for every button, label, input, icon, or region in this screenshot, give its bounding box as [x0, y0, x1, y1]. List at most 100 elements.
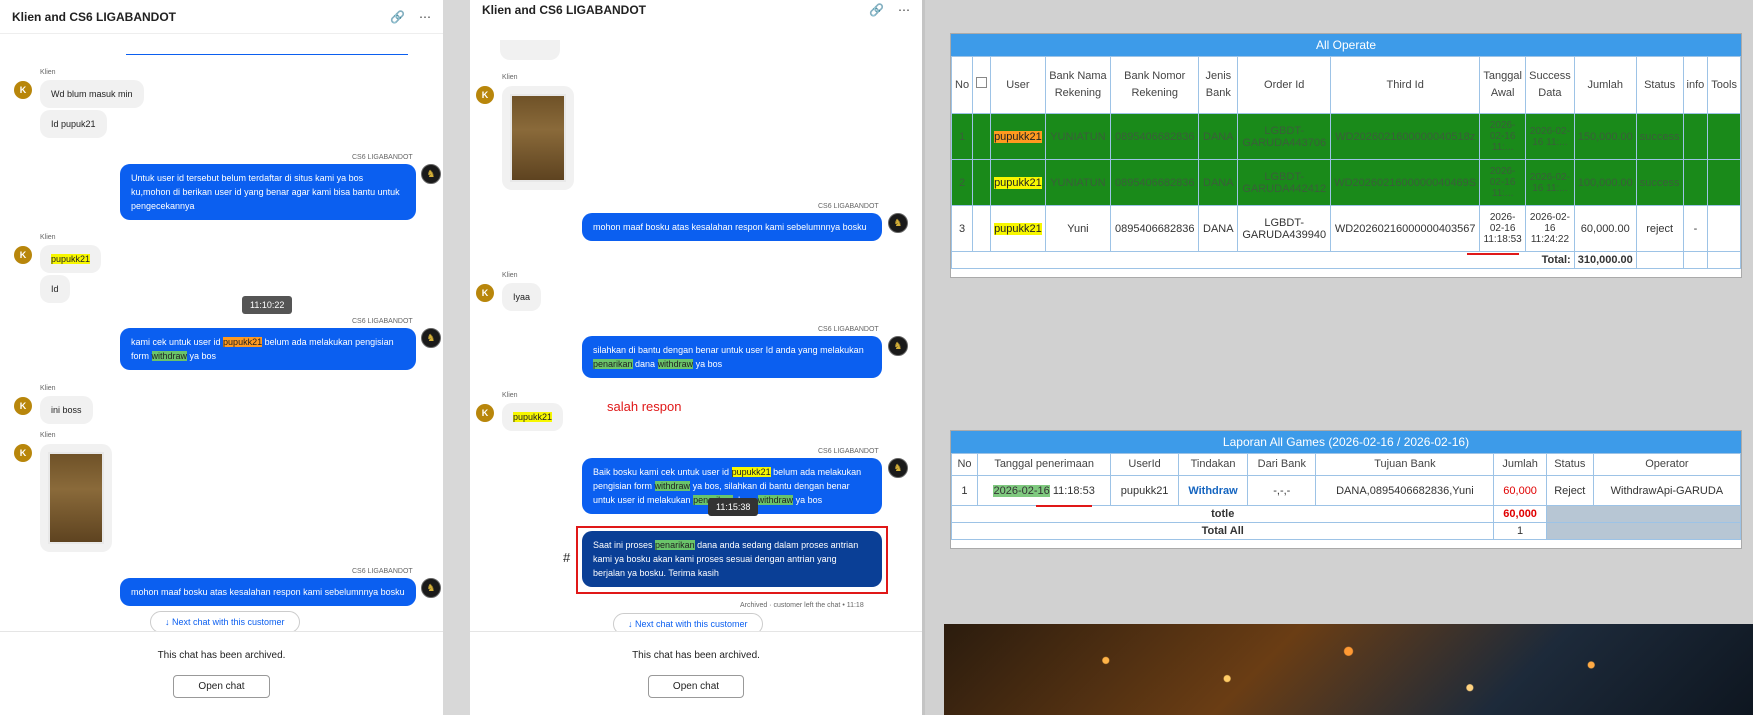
sender-label: Klien	[40, 432, 56, 439]
column-header: Tools	[1707, 56, 1741, 114]
date-highlight: 2026-02-16	[993, 484, 1050, 497]
message-in-partial	[500, 40, 560, 60]
table-cell: -,-,-	[1247, 475, 1317, 506]
column-header: No	[951, 453, 978, 476]
date-cell: 2026-02-16 11:18:53	[976, 475, 1112, 506]
window-title: Laporan All Games (2026-02-16 / 2026-02-…	[951, 431, 1741, 453]
message-out: mohon maaf bosku atas kesalahan respon k…	[120, 578, 416, 606]
table-row[interactable]: 3 pupukk21 Yuni 0895406682836 DANA LGBDT-GARU…	[950, 205, 1741, 252]
open-chat-button[interactable]: Open chat	[173, 675, 270, 698]
operate-table: No User Bank Nama Rekening Bank Nomor Reken…	[950, 56, 1741, 269]
table-cell: 100,000.00	[1573, 159, 1637, 206]
sender-label: CS6 LIGABANDOT	[352, 318, 413, 325]
table-cell: YUNIATUN	[1044, 159, 1112, 206]
table-cell: success	[1635, 159, 1684, 206]
open-chat-button[interactable]: Open chat	[647, 675, 745, 698]
annotation-text: salah respon	[607, 399, 682, 414]
table-cell: pupukk21	[1110, 475, 1179, 506]
laporan-table: No Tanggal penerimaan UserId Tindakan Dari B…	[950, 453, 1742, 540]
table-cell: WD2026021600000040469S	[1330, 159, 1481, 206]
avatar: K	[14, 81, 32, 99]
message-in: ini boss	[40, 396, 93, 424]
all-operate-window: All Operate No User Bank Nama Rekening Bank…	[950, 33, 1742, 278]
underline-mark	[1467, 253, 1519, 255]
table-cell	[1545, 505, 1742, 523]
total-row: Total: 310,000.00	[951, 251, 1741, 269]
chat-status: Archived · customer left the chat • 11:1…	[740, 602, 864, 609]
table-cell: WithdrawApi-GARUDA	[1592, 475, 1742, 506]
total-all-row: Total All 1	[950, 522, 1742, 540]
link-icon[interactable]: 🔗	[869, 3, 884, 17]
divider	[126, 54, 408, 55]
table-cell	[1707, 205, 1741, 252]
chat-panel-left: Klien and CS6 LIGABANDOT 🔗 ⋯ Klien K Wd b…	[0, 0, 443, 715]
table-cell: DANA	[1198, 205, 1239, 252]
user-id-highlight: pupukk21	[994, 222, 1042, 235]
table-cell	[1707, 159, 1741, 206]
column-header	[972, 56, 992, 114]
message-out: mohon maaf bosku atas kesalahan respon k…	[582, 213, 882, 241]
game-screenshot	[510, 94, 566, 182]
chat-messages[interactable]: Klien K CS6 LIGABANDOT ♞ mohon maaf bosk…	[470, 20, 922, 631]
table-cell: 3	[950, 205, 974, 252]
sender-label: Klien	[502, 74, 518, 81]
totle-row: totle 60,000	[950, 505, 1742, 523]
wallpaper-city	[944, 624, 1753, 715]
avatar: ♞	[888, 213, 908, 233]
table-cell: 60,000.00	[1573, 205, 1637, 252]
sender-label: Klien	[502, 392, 518, 399]
table-row[interactable]: 1 pupukk21 YUNIATUN 0895406682836 DANA LGBDT-…	[950, 113, 1741, 160]
table-cell: 1	[950, 113, 974, 160]
game-screenshot	[48, 452, 104, 544]
table-cell: LGBDT-GARUDA443706	[1237, 113, 1332, 160]
table-cell	[972, 159, 992, 206]
column-header: Status	[1635, 56, 1684, 114]
table-row[interactable]: 1 2026-02-16 11:18:53 pupukk21 Withdraw -,-,…	[951, 475, 1742, 506]
column-header: info	[1682, 56, 1709, 114]
sender-label: Klien	[40, 69, 56, 76]
table-cell: Reject	[1545, 475, 1594, 506]
user-id-highlight: pupukk21	[994, 176, 1042, 189]
next-chat-button[interactable]: ↓ Next chat with this customer	[150, 611, 300, 631]
table-cell: YUNIATUN	[1044, 113, 1112, 160]
archived-notice: This chat has been archived.	[157, 650, 286, 661]
column-header: Status	[1545, 453, 1594, 476]
table-cell: pupukk21	[990, 205, 1046, 252]
column-header: Bank Nama Rekening	[1044, 56, 1112, 114]
message-out: kami cek untuk user id pupukk21 belum ad…	[120, 328, 416, 370]
table-cell: pupukk21	[990, 159, 1046, 206]
archived-notice: This chat has been archived.	[632, 650, 760, 661]
column-header: Tujuan Bank	[1315, 453, 1495, 476]
image-attachment[interactable]	[40, 444, 112, 552]
column-header: UserId	[1110, 453, 1179, 476]
more-icon[interactable]: ⋯	[898, 3, 910, 17]
sender-label: Klien	[502, 272, 518, 279]
table-cell: -	[1682, 205, 1709, 252]
table-cell: reject	[1635, 205, 1684, 252]
underline-mark	[1036, 505, 1092, 507]
next-chat-button[interactable]: ↓ Next chat with this customer	[613, 613, 763, 631]
table-cell: WD20260216000000403567	[1330, 205, 1481, 252]
avatar: K	[476, 86, 494, 104]
withdraw-link[interactable]: Withdraw	[1177, 475, 1249, 506]
more-icon[interactable]: ⋯	[419, 10, 431, 24]
avatar: K	[14, 246, 32, 264]
select-all-checkbox[interactable]	[976, 76, 988, 88]
message-in: Id pupuk21	[40, 110, 107, 138]
sender-label: Klien	[40, 385, 56, 392]
table-cell: DANA	[1198, 113, 1239, 160]
table-cell: success	[1635, 113, 1684, 160]
table-cell	[1635, 251, 1684, 269]
chat-messages[interactable]: Klien K Wd blum masuk min Id pupuk21 CS6…	[0, 34, 443, 631]
total-all-label: Total All	[950, 522, 1495, 540]
message-in: Iyaa	[502, 283, 542, 311]
avatar: ♞	[421, 164, 441, 184]
table-row[interactable]: 2 pupukk21 YUNIATUN 0895406682836 DANA LGBDT-…	[950, 159, 1741, 206]
totle-label: totle	[950, 505, 1495, 523]
table-cell: 2026-02-16 11:...	[1479, 113, 1527, 160]
image-attachment[interactable]	[502, 86, 574, 190]
timestamp-tooltip: 11:15:38	[708, 498, 759, 516]
table-cell: 150,000.00	[1573, 113, 1637, 160]
link-icon[interactable]: 🔗	[390, 10, 405, 24]
avatar: ♞	[888, 336, 908, 356]
